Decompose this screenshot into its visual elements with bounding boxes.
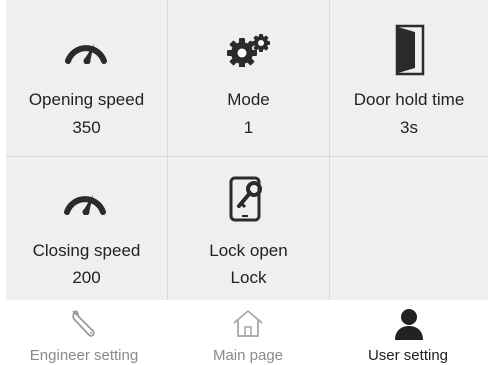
home-icon [231, 308, 265, 343]
tile-value: Lock [230, 268, 267, 287]
nav-engineer-setting[interactable]: Engineer setting [0, 300, 168, 365]
door-icon [393, 24, 427, 81]
tile-label: Door hold time [353, 90, 465, 109]
tile-mode[interactable]: Mode 1 [168, 0, 329, 156]
phone-key-icon [229, 176, 269, 227]
tile-label: Opening speed [28, 90, 145, 109]
nav-user-setting[interactable]: User setting [328, 300, 488, 365]
tile-closing-speed[interactable]: Closing speed 200 [6, 157, 167, 300]
tile-value: 350 [72, 118, 101, 137]
tile-empty [330, 157, 488, 300]
tile-value: 1 [243, 118, 254, 137]
gears-icon [225, 33, 273, 72]
gauge-icon [64, 34, 108, 69]
tile-label: Closing speed [32, 241, 141, 260]
settings-grid: Opening speed 350 Mode 1 Door hold time … [6, 0, 488, 300]
tile-label: Mode [227, 90, 270, 109]
tile-label: Lock open [209, 241, 288, 260]
bottom-nav: Engineer setting Main page User setting [0, 300, 488, 365]
gauge-icon [63, 185, 107, 220]
tile-lock[interactable]: Lock open Lock [168, 157, 329, 300]
wrench-icon [70, 308, 98, 343]
tile-door-hold-time[interactable]: Door hold time 3s [330, 0, 488, 156]
nav-label: Main page [212, 347, 284, 364]
tile-value: 3s [400, 118, 418, 137]
user-icon [394, 308, 424, 345]
nav-label: Engineer setting [29, 347, 139, 364]
nav-label: User setting [367, 347, 449, 364]
nav-main-page[interactable]: Main page [168, 300, 328, 365]
tile-value: 200 [72, 268, 101, 287]
tile-opening-speed[interactable]: Opening speed 350 [6, 0, 167, 156]
